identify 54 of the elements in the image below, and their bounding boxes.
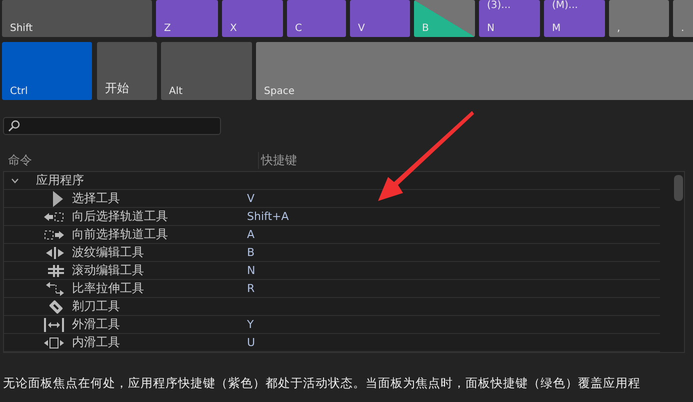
shortcut-label: R — [247, 282, 255, 295]
shortcut-label: Y — [247, 318, 254, 331]
rate-stretch-icon — [46, 282, 64, 296]
ripple-edit-icon — [46, 246, 64, 258]
command-row[interactable]: 向后选择轨道工具 Shift+A — [4, 208, 660, 226]
command-row[interactable]: 波纹编辑工具 B — [4, 244, 660, 262]
shortcut-label: B — [247, 246, 255, 259]
command-row[interactable]: 剃刀工具 — [4, 298, 660, 316]
keyboard-key[interactable]: 开始 — [97, 42, 157, 100]
keyboard-key[interactable]: (M)... M — [544, 0, 605, 37]
keyboard-key[interactable]: Alt — [161, 42, 252, 100]
command-row[interactable]: 外滑工具 Y — [4, 316, 660, 334]
keyboard-key[interactable]: Space — [256, 42, 693, 100]
shortcut-label: U — [247, 336, 256, 349]
command-label: 剃刀工具 — [72, 298, 121, 315]
search-field[interactable] — [3, 117, 221, 135]
command-row[interactable]: 比率拉伸工具 R — [4, 280, 660, 298]
command-label: 外滑工具 — [72, 316, 121, 333]
keyboard-key[interactable]: Ctrl — [2, 42, 92, 100]
arrow-dashed-box-icon — [44, 230, 64, 240]
command-label: 选择工具 — [72, 190, 121, 207]
command-label: 内滑工具 — [72, 334, 121, 351]
keyboard-key[interactable]: Z — [156, 0, 218, 37]
arrow-dashed-box-icon — [44, 212, 64, 222]
keyboard-key[interactable]: C — [287, 0, 346, 37]
keyboard-key[interactable]: X — [222, 0, 283, 37]
group-label: 应用程序 — [36, 172, 84, 189]
keyboard-key[interactable]: (3)... N — [479, 0, 540, 37]
command-label: 向后选择轨道工具 — [72, 208, 169, 225]
keyboard-key[interactable]: , — [609, 0, 669, 37]
keyboard-key[interactable]: V — [350, 0, 410, 37]
command-row[interactable]: 向前选择轨道工具 A — [4, 226, 660, 244]
pointer-icon — [52, 190, 64, 206]
column-header: 快捷键 — [258, 152, 297, 168]
command-label: 比率拉伸工具 — [72, 280, 145, 297]
search-icon — [8, 120, 20, 132]
shortcut-label: Shift+A — [247, 210, 289, 223]
shortcut-label: A — [247, 228, 255, 241]
rolling-edit-icon — [48, 264, 64, 276]
command-label: 向前选择轨道工具 — [72, 226, 169, 243]
command-row[interactable]: 滚动编辑工具 N — [4, 262, 660, 280]
slide-tool-icon — [44, 336, 64, 348]
column-header: 命令 — [8, 152, 33, 168]
chevron-icon[interactable] — [11, 178, 19, 184]
slip-tool-icon — [44, 318, 64, 332]
scrollbar-thumb[interactable] — [674, 175, 682, 201]
shortcut-label: V — [247, 192, 255, 205]
shortcut-label: N — [247, 264, 256, 277]
command-row[interactable]: 内滑工具 U — [4, 334, 660, 352]
command-label: 波纹编辑工具 — [72, 244, 145, 261]
keyboard-key[interactable]: . — [673, 0, 693, 37]
footer-note: 无论面板焦点在何处，应用程序快捷键（紫色）都处于活动状态。当面板为焦点时，面板快捷键（绿色）覆盖应用程 — [2, 375, 642, 392]
command-label: 滚动编辑工具 — [72, 262, 145, 279]
keyboard-key[interactable]: Shift — [2, 0, 152, 37]
